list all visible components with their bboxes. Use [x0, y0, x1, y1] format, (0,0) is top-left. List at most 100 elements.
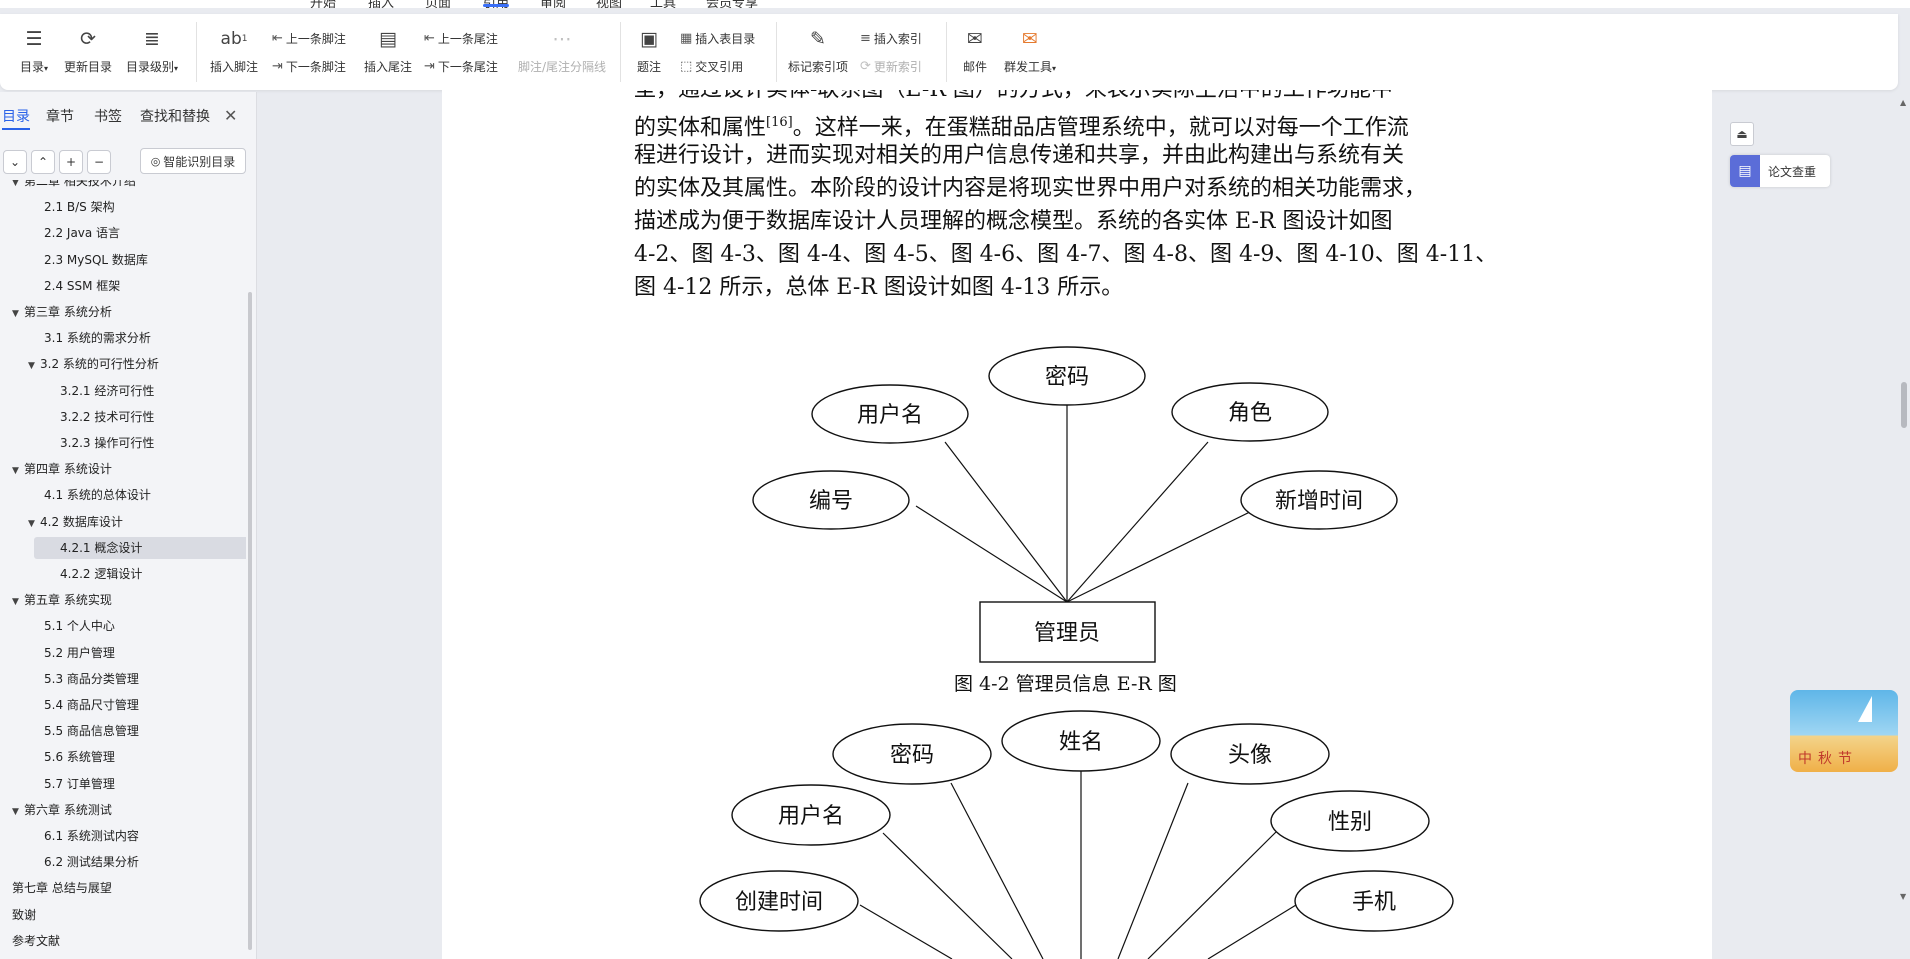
toc-item-label: 5.3 商品分类管理	[44, 671, 139, 686]
expand-button[interactable]: +	[59, 150, 83, 174]
update-index-button[interactable]: ⟳ 更新索引	[860, 58, 922, 75]
toc-item[interactable]: 2.3 MySQL 数据库	[44, 249, 246, 271]
toc-item-label: 3.2.1 经济可行性	[60, 383, 155, 398]
toc-item[interactable]: ▼ 3.2 系统的可行性分析	[28, 353, 246, 375]
document-scrollbar[interactable]: ▲ ▼	[1899, 92, 1910, 959]
toc-item[interactable]: 6.2 测试结果分析	[44, 851, 246, 873]
toc-item-label: 2.3 MySQL 数据库	[44, 252, 148, 267]
toc-item[interactable]: ▼ 第二章 相关技术介绍	[12, 180, 246, 192]
paper-check-button[interactable]: ▤ 论文查重	[1730, 155, 1830, 187]
toc-item[interactable]: 2.1 B/S 架构	[44, 196, 246, 218]
toc-item[interactable]: 第七章 总结与展望	[12, 877, 246, 899]
chevron-up-icon: ⌃	[37, 155, 49, 169]
toc-item[interactable]: 5.4 商品尺寸管理	[44, 694, 246, 716]
tab-sections[interactable]: 章节	[46, 106, 74, 126]
expand-arrow-icon[interactable]: ▼	[12, 460, 24, 482]
toc-item[interactable]: 4.2.1 概念设计	[34, 536, 246, 559]
scrollbar-thumb[interactable]	[1901, 382, 1907, 428]
next-endnote-button[interactable]: ⇥ 下一条尾注	[424, 58, 498, 75]
menu-tools[interactable]: 工具	[650, 0, 676, 8]
menu-insert[interactable]: 插入	[368, 0, 394, 8]
toc-item[interactable]: ▼ 第三章 系统分析	[12, 301, 246, 323]
toc-item-label: 2.4 SSM 框架	[44, 278, 121, 293]
prev-endnote-button[interactable]: ⇤ 上一条尾注	[424, 30, 498, 47]
insert-endnote-button[interactable]: ▤ 插入尾注	[364, 26, 412, 75]
toc-item[interactable]: 5.6 系统管理	[44, 746, 246, 768]
toc-item[interactable]: 3.2.2 技术可行性	[60, 406, 246, 428]
collapse-down-button[interactable]: ⌄	[3, 150, 27, 174]
toc-item[interactable]: 5.7 订单管理	[44, 773, 246, 795]
toc-item[interactable]: ▼ 第五章 系统实现	[12, 589, 246, 611]
er2-attr-label: 手机	[1352, 890, 1396, 915]
expand-arrow-icon[interactable]: ▼	[12, 801, 24, 823]
toc-item[interactable]: 5.2 用户管理	[44, 642, 246, 664]
cross-reference-button[interactable]: ⬚ 交叉引用	[680, 58, 743, 75]
toc-item[interactable]: 5.3 商品分类管理	[44, 668, 246, 690]
tab-find-replace[interactable]: 查找和替换	[140, 106, 210, 126]
toc-item[interactable]: 致谢	[12, 904, 246, 926]
toc-item[interactable]: 3.2.1 经济可行性	[60, 380, 246, 402]
toc-item[interactable]: ▼ 第六章 系统测试	[12, 799, 246, 821]
tab-bookmarks[interactable]: 书签	[94, 106, 122, 126]
caption-button[interactable]: ▣ 题注	[636, 26, 662, 75]
next-footnote-button[interactable]: ⇥ 下一条脚注	[272, 58, 346, 75]
expand-arrow-icon[interactable]: ▼	[12, 180, 24, 194]
smart-toc-button[interactable]: ◎ 智能识别目录	[140, 148, 246, 174]
toc-item[interactable]: 4.1 系统的总体设计	[44, 484, 246, 506]
toc-item[interactable]: 2.4 SSM 框架	[44, 275, 246, 297]
next-endnote-icon: ⇥	[424, 59, 435, 74]
expand-arrow-icon[interactable]: ▼	[12, 303, 24, 325]
footnote-separator-button[interactable]: ⋯ 脚注/尾注分隔线	[518, 26, 606, 75]
collapse-up-button[interactable]: ⌃	[31, 150, 55, 174]
toc-item-label: 第三章 系统分析	[24, 305, 112, 319]
update-toc-icon: ⟳	[80, 28, 96, 50]
expand-arrow-icon[interactable]: ▼	[28, 355, 40, 377]
toc-item[interactable]: 3.2.3 操作可行性	[60, 432, 246, 454]
er1-attr-label: 用户名	[857, 403, 923, 428]
close-icon[interactable]: ✕	[224, 106, 237, 125]
insert-footnote-button[interactable]: ab 1 插入脚注	[210, 26, 258, 75]
toc-item-label: 2.1 B/S 架构	[44, 200, 115, 215]
scroll-down-icon[interactable]: ▼	[1900, 892, 1906, 901]
toc-item[interactable]: 参考文献	[12, 930, 246, 952]
toc-item[interactable]: 6.1 系统测试内容	[44, 825, 246, 847]
tab-toc[interactable]: 目录	[2, 106, 30, 126]
mass-tool-button[interactable]: ✉ 群发工具▾	[1004, 26, 1056, 75]
scroll-up-icon[interactable]: ▲	[1900, 98, 1906, 107]
toc-item-label: 3.2.3 操作可行性	[60, 436, 155, 450]
expand-arrow-icon[interactable]: ▼	[12, 591, 24, 613]
er2-attr-label: 姓名	[1059, 730, 1103, 755]
menu-review[interactable]: 审阅	[540, 0, 566, 8]
insert-index-button[interactable]: ≡ 插入索引	[860, 30, 922, 47]
menu-page[interactable]: 页面	[425, 0, 451, 8]
top-menu-strip: 开始 插入 页面 引用 审阅 视图 工具 会员专享	[0, 0, 1910, 8]
er-diagrams: 密码 用户名 角色 编号 新增时间 管理员 姓名 密码 头像 用户名 性别 创建…	[699, 346, 1454, 959]
toc-item[interactable]: ▼ 4.2 数据库设计	[28, 511, 246, 533]
prev-footnote-button[interactable]: ⇤ 上一条脚注	[272, 30, 346, 47]
expand-arrow-icon[interactable]: ▼	[28, 513, 40, 535]
collapse-panel-button[interactable]: ⏏	[1730, 122, 1754, 146]
minus-icon: −	[93, 155, 105, 169]
collapse-button[interactable]: −	[87, 150, 111, 174]
promo-banner[interactable]: 中秋节	[1790, 690, 1898, 772]
toc-item[interactable]: 2.2 Java 语言	[44, 222, 246, 244]
toc-level-button[interactable]: ≣ 目录级别▾	[126, 26, 178, 75]
update-toc-button[interactable]: ⟳ 更新目录	[64, 26, 112, 75]
ribbon-separator	[620, 22, 621, 82]
menu-start[interactable]: 开始	[310, 0, 336, 8]
mark-index-button[interactable]: ✎ 标记索引项	[788, 26, 848, 75]
toc-item[interactable]: 5.5 商品信息管理	[44, 720, 246, 742]
toc-button[interactable]: ☰ 目录▾	[20, 26, 48, 75]
insert-figure-toc-button[interactable]: ▦ 插入表目录	[680, 30, 755, 47]
nav-scrollbar[interactable]	[248, 292, 252, 950]
toc-item[interactable]: 3.1 系统的需求分析	[44, 327, 246, 349]
toc-item[interactable]: 5.1 个人中心	[44, 615, 246, 637]
mail-button[interactable]: ✉ 邮件	[962, 26, 988, 75]
toc-item[interactable]: ▼ 第四章 系统设计	[12, 458, 246, 480]
menu-view[interactable]: 视图	[596, 0, 622, 8]
er2-links	[859, 770, 1297, 959]
toc-item-label: 5.7 订单管理	[44, 776, 115, 791]
toc-item[interactable]: 4.2.2 逻辑设计	[60, 563, 246, 585]
menu-member[interactable]: 会员专享	[706, 0, 758, 8]
ribbon-separator	[946, 22, 947, 82]
